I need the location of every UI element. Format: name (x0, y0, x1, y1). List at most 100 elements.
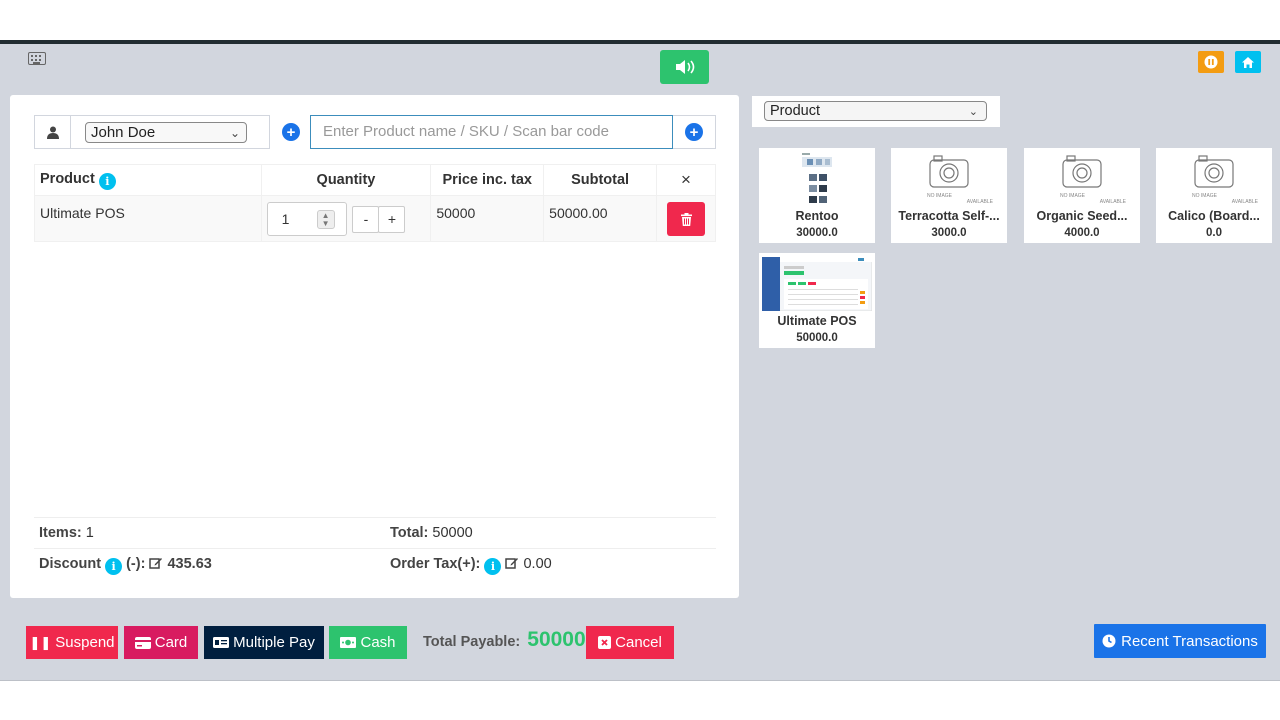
cart-header-row: Product i Quantity Price inc. tax Subtot… (34, 164, 716, 196)
pause-button[interactable] (1198, 51, 1224, 73)
cart-panel: John Doe ⌄ + Enter Product name / SKU / … (10, 95, 739, 598)
total-value: 50000 (432, 525, 473, 541)
no-image-text-2: AVAILABLE (966, 199, 993, 205)
volume-icon (675, 60, 694, 74)
col-product: Product i (34, 164, 262, 196)
product-price: 3000.0 (931, 227, 967, 239)
product-name: Terracotta Self-... (898, 209, 1000, 223)
trash-icon (680, 212, 692, 226)
col-product-label: Product (40, 170, 95, 187)
cart-table: Product i Quantity Price inc. tax Subtot… (34, 164, 716, 242)
customer-search-row: John Doe ⌄ + Enter Product name / SKU / … (34, 115, 716, 149)
total-payable: Total Payable: 50000 (423, 628, 586, 652)
customer-select[interactable]: John Doe ⌄ (85, 122, 247, 143)
clock-icon (1102, 634, 1116, 648)
suspend-label: Suspend (55, 634, 115, 651)
col-remove: × (656, 164, 716, 196)
cancel-button[interactable]: Cancel (586, 626, 674, 659)
recent-transactions-button[interactable]: Recent Transactions (1094, 624, 1266, 658)
pause-circle-icon (1204, 55, 1218, 69)
no-image-icon: NO IMAGE AVAILABLE (927, 154, 993, 205)
category-select-value: Product (770, 103, 820, 119)
close-icon (598, 636, 612, 649)
col-price: Price inc. tax (430, 164, 545, 196)
total-payable-value: 50000 (527, 628, 586, 651)
customer-select-value: John Doe (91, 124, 156, 141)
money-bill-icon (340, 637, 357, 648)
product-name: Rentoo (795, 209, 839, 223)
total-amount: Total: 50000 (390, 525, 473, 541)
product-tile-calico[interactable]: NO IMAGE AVAILABLE Calico (Board... 0.0 (1156, 148, 1272, 243)
discount-sign: (-): (126, 556, 146, 572)
credit-card-icon (134, 636, 151, 649)
sound-toggle-button[interactable] (660, 50, 709, 84)
multiple-pay-label: Multiple Pay (233, 634, 315, 651)
order-tax: Order Tax(+): i 0.00 (390, 556, 552, 575)
product-tile-organic-seed[interactable]: NO IMAGE AVAILABLE Organic Seed... 4000.… (1024, 148, 1140, 243)
col-quantity: Quantity (260, 164, 432, 196)
keyboard-icon[interactable] (28, 52, 46, 65)
cash-button[interactable]: Cash (329, 626, 407, 659)
money-check-icon (213, 637, 230, 648)
card-label: Card (154, 634, 188, 651)
totals-row-items: Items: 1 Total: 50000 (34, 517, 716, 548)
product-search-input[interactable]: Enter Product name / SKU / Scan bar code (310, 115, 673, 149)
info-icon[interactable]: i (105, 558, 123, 575)
product-name: Calico (Board... (1168, 209, 1260, 223)
totals-row-discount: Discount i (-): 435.63 Order Tax(+): i 0… (34, 548, 716, 579)
category-filter: Product ⌄ (752, 96, 1000, 127)
total-label: Total: (390, 525, 429, 541)
info-icon[interactable]: i (98, 172, 116, 190)
col-subtotal: Subtotal (543, 164, 658, 196)
add-product-icon[interactable]: + (685, 123, 703, 141)
quantity-value: 1 (281, 211, 290, 227)
card-button[interactable]: Card (124, 626, 198, 659)
no-image-icon: NO IMAGE AVAILABLE (1060, 154, 1126, 205)
cart-remove-cell (656, 195, 716, 242)
add-customer-icon[interactable]: + (282, 123, 300, 141)
quantity-minus-button[interactable]: - (352, 206, 380, 233)
multiple-pay-button[interactable]: Multiple Pay (204, 626, 324, 659)
product-name: Organic Seed... (1036, 209, 1128, 223)
product-thumbnail (762, 257, 872, 311)
items-count: Items: 1 (39, 525, 94, 541)
pause-icon: ❚❚ (29, 634, 52, 650)
items-label: Items: (39, 525, 82, 541)
product-price: 4000.0 (1064, 227, 1100, 239)
cancel-label: Cancel (615, 634, 662, 651)
edit-discount-icon[interactable] (149, 556, 163, 570)
remove-item-button[interactable] (667, 202, 705, 236)
total-payable-label: Total Payable: (423, 634, 521, 650)
product-tile-ultimate-pos[interactable]: Ultimate POS 50000.0 (759, 253, 875, 348)
user-icon (46, 126, 59, 139)
pos-app: John Doe ⌄ + Enter Product name / SKU / … (0, 44, 1280, 680)
discount-label: Discount (39, 556, 102, 572)
home-button[interactable] (1235, 51, 1261, 73)
discount-value: 435.63 (167, 556, 212, 572)
recent-transactions-label: Recent Transactions (1121, 632, 1258, 650)
product-price: 30000.0 (796, 227, 838, 239)
product-tile-terracotta[interactable]: NO IMAGE AVAILABLE Terracotta Self-... 3… (891, 148, 1007, 243)
page-bottom (0, 680, 1280, 720)
no-image-icon: NO IMAGE AVAILABLE (1192, 154, 1258, 205)
payment-footer: ❚❚ Suspend Card Multiple Pay Cash Total … (0, 618, 1280, 668)
quantity-plus-button[interactable]: + (378, 206, 406, 233)
table-row: Ultimate POS 1 ▲ ▼ - + 50000 50000.00 (34, 195, 716, 242)
search-add-box: + (673, 115, 716, 149)
suspend-button[interactable]: ❚❚ Suspend (26, 626, 118, 659)
edit-tax-icon[interactable] (505, 556, 519, 570)
cart-subtotal: 50000.00 (543, 195, 658, 242)
product-price: 50000.0 (796, 332, 838, 344)
spinner-icon[interactable]: ▲ ▼ (316, 210, 335, 229)
info-icon[interactable]: i (484, 558, 502, 575)
tax-value: 0.00 (523, 556, 552, 572)
cart-quantity-cell: 1 ▲ ▼ - + (260, 195, 432, 242)
home-icon (1242, 56, 1254, 68)
customer-select-wrap: John Doe ⌄ (71, 115, 299, 149)
category-select[interactable]: Product ⌄ (764, 101, 987, 121)
product-thumbnail (801, 152, 833, 206)
product-tile-rentoo[interactable]: Rentoo 30000.0 (759, 148, 875, 243)
no-image-text-2: AVAILABLE (1099, 199, 1126, 205)
quantity-input[interactable]: 1 ▲ ▼ (266, 202, 347, 236)
cart-product-name: Ultimate POS (34, 195, 262, 242)
